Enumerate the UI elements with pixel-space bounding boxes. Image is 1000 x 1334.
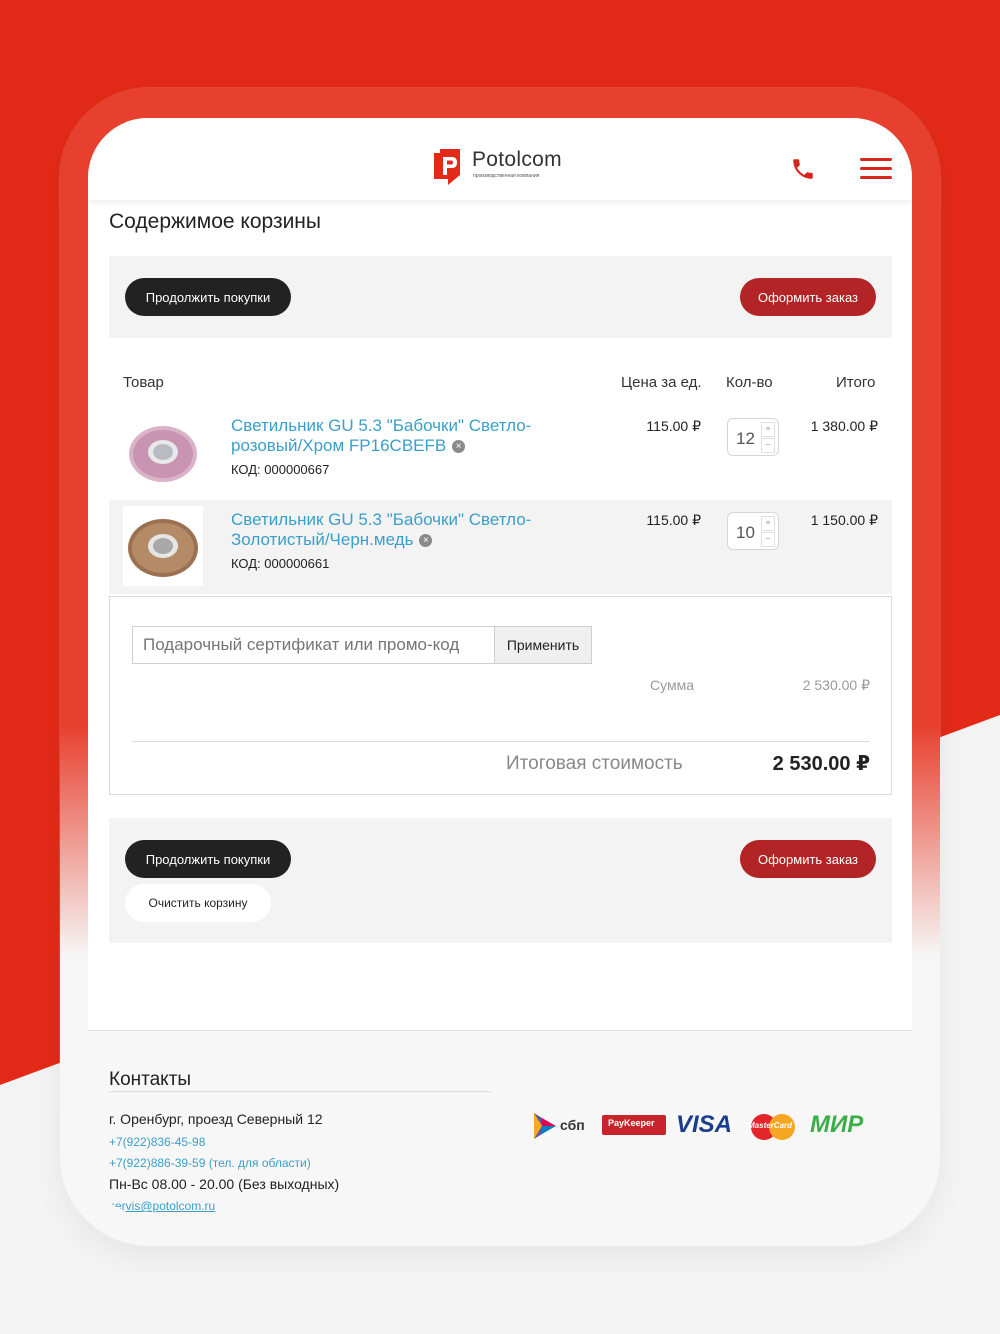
row-total: 1 150.00 ₽ — [810, 512, 878, 528]
mastercard-text: MasterCard — [748, 1121, 793, 1130]
phone-screen: Potolcom производственная компания Содер… — [88, 118, 912, 1216]
product-image[interactable] — [123, 506, 203, 586]
clear-cart-button[interactable]: Очистить корзину — [125, 884, 271, 922]
order-summary: Применить Сумма 2 530.00 ₽ Итоговая стои… — [109, 596, 892, 795]
qty-increase-button[interactable]: + — [761, 422, 775, 437]
page-title: Содержимое корзины — [109, 210, 321, 233]
logo-subtitle: производственная компания — [473, 173, 540, 179]
sbp-text: сбп — [560, 1117, 585, 1133]
quantity-value[interactable]: 12 — [736, 429, 755, 449]
column-header-total: Итого — [836, 374, 876, 391]
subtotal-value: 2 530.00 ₽ — [802, 677, 870, 693]
top-bar: Potolcom производственная компания — [88, 118, 912, 200]
grand-total-value: 2 530.00 ₽ — [772, 753, 870, 775]
checkout-button[interactable]: Оформить заказ — [740, 840, 876, 878]
unit-price: 115.00 ₽ — [646, 418, 701, 434]
product-image[interactable] — [123, 412, 203, 492]
paykeeper-text: PayKeeper — [608, 1118, 655, 1128]
sbp-icon — [534, 1113, 556, 1139]
logo-text: Potolcom — [472, 148, 562, 171]
checkout-button[interactable]: Оформить заказ — [740, 278, 876, 316]
phone-link[interactable]: +7(922)836-45-98 — [109, 1135, 205, 1149]
phone-link-region[interactable]: +7(922)886-39-59 (тел. для области) — [109, 1156, 311, 1170]
qty-decrease-button[interactable]: − — [761, 438, 775, 453]
product-code: КОД: 000000667 — [231, 462, 330, 477]
column-header-price: Цена за ед. — [621, 374, 702, 391]
sbp-logo: сбп — [534, 1111, 592, 1141]
column-header-qty: Кол-во — [726, 374, 773, 391]
product-name-link[interactable]: Светильник GU 5.3 "Бабочки" Светло-розов… — [231, 416, 561, 456]
remove-item-icon[interactable]: × — [452, 440, 466, 454]
top-action-bar: Продолжить покупки Оформить заказ — [109, 256, 892, 338]
qty-increase-button[interactable]: + — [761, 516, 775, 531]
contacts-divider — [109, 1091, 491, 1092]
quantity-stepper[interactable]: 12 + − — [727, 418, 779, 456]
working-hours: Пн-Вс 08.00 - 20.00 (Без выходных) — [109, 1176, 340, 1192]
bottom-action-bar: Продолжить покупки Оформить заказ Очисти… — [109, 818, 892, 943]
address: г. Оренбург, проезд Северный 12 — [109, 1111, 323, 1127]
phone-icon[interactable] — [790, 156, 816, 182]
mir-logo: МИР — [810, 1111, 882, 1141]
cart-row: Светильник GU 5.3 "Бабочки" Светло-розов… — [109, 406, 892, 500]
logo-mark-icon — [434, 149, 460, 185]
qty-decrease-button[interactable]: − — [761, 532, 775, 547]
remove-item-icon[interactable]: × — [419, 534, 433, 548]
promo-code-input[interactable] — [132, 626, 496, 664]
visa-logo: VISA — [676, 1111, 738, 1141]
row-total: 1 380.00 ₽ — [810, 418, 878, 434]
column-header-product: Товар — [123, 374, 164, 391]
apply-promo-button[interactable]: Применить — [494, 626, 592, 664]
continue-shopping-button[interactable]: Продолжить покупки — [125, 840, 291, 878]
grand-total-label: Итоговая стоимость — [506, 753, 683, 774]
mir-text: МИР — [810, 1111, 864, 1138]
continue-shopping-button[interactable]: Продолжить покупки — [125, 278, 291, 316]
contacts-heading: Контакты — [109, 1069, 192, 1090]
quantity-value[interactable]: 10 — [736, 523, 755, 543]
product-name-text[interactable]: Светильник GU 5.3 "Бабочки" Светло-розов… — [231, 416, 531, 455]
paykeeper-logo: PayKeeper — [602, 1115, 666, 1135]
cart-row: Светильник GU 5.3 "Бабочки" Светло-Золот… — [109, 500, 892, 594]
product-code: КОД: 000000661 — [231, 556, 330, 571]
subtotal-label: Сумма — [650, 677, 694, 693]
product-name-link[interactable]: Светильник GU 5.3 "Бабочки" Светло-Золот… — [231, 510, 561, 550]
unit-price: 115.00 ₽ — [646, 512, 701, 528]
product-name-text[interactable]: Светильник GU 5.3 "Бабочки" Светло-Золот… — [231, 510, 531, 549]
summary-divider — [132, 741, 870, 742]
footer: Контакты г. Оренбург, проезд Северный 12… — [88, 1030, 912, 1216]
email-link[interactable]: servis@potolcom.ru — [109, 1199, 215, 1213]
hamburger-menu-icon[interactable] — [860, 158, 892, 182]
quantity-stepper[interactable]: 10 + − — [727, 512, 779, 550]
mastercard-logo: MasterCard — [746, 1111, 800, 1141]
logo[interactable]: Potolcom производственная компания — [434, 146, 574, 186]
visa-text: VISA — [676, 1111, 733, 1138]
